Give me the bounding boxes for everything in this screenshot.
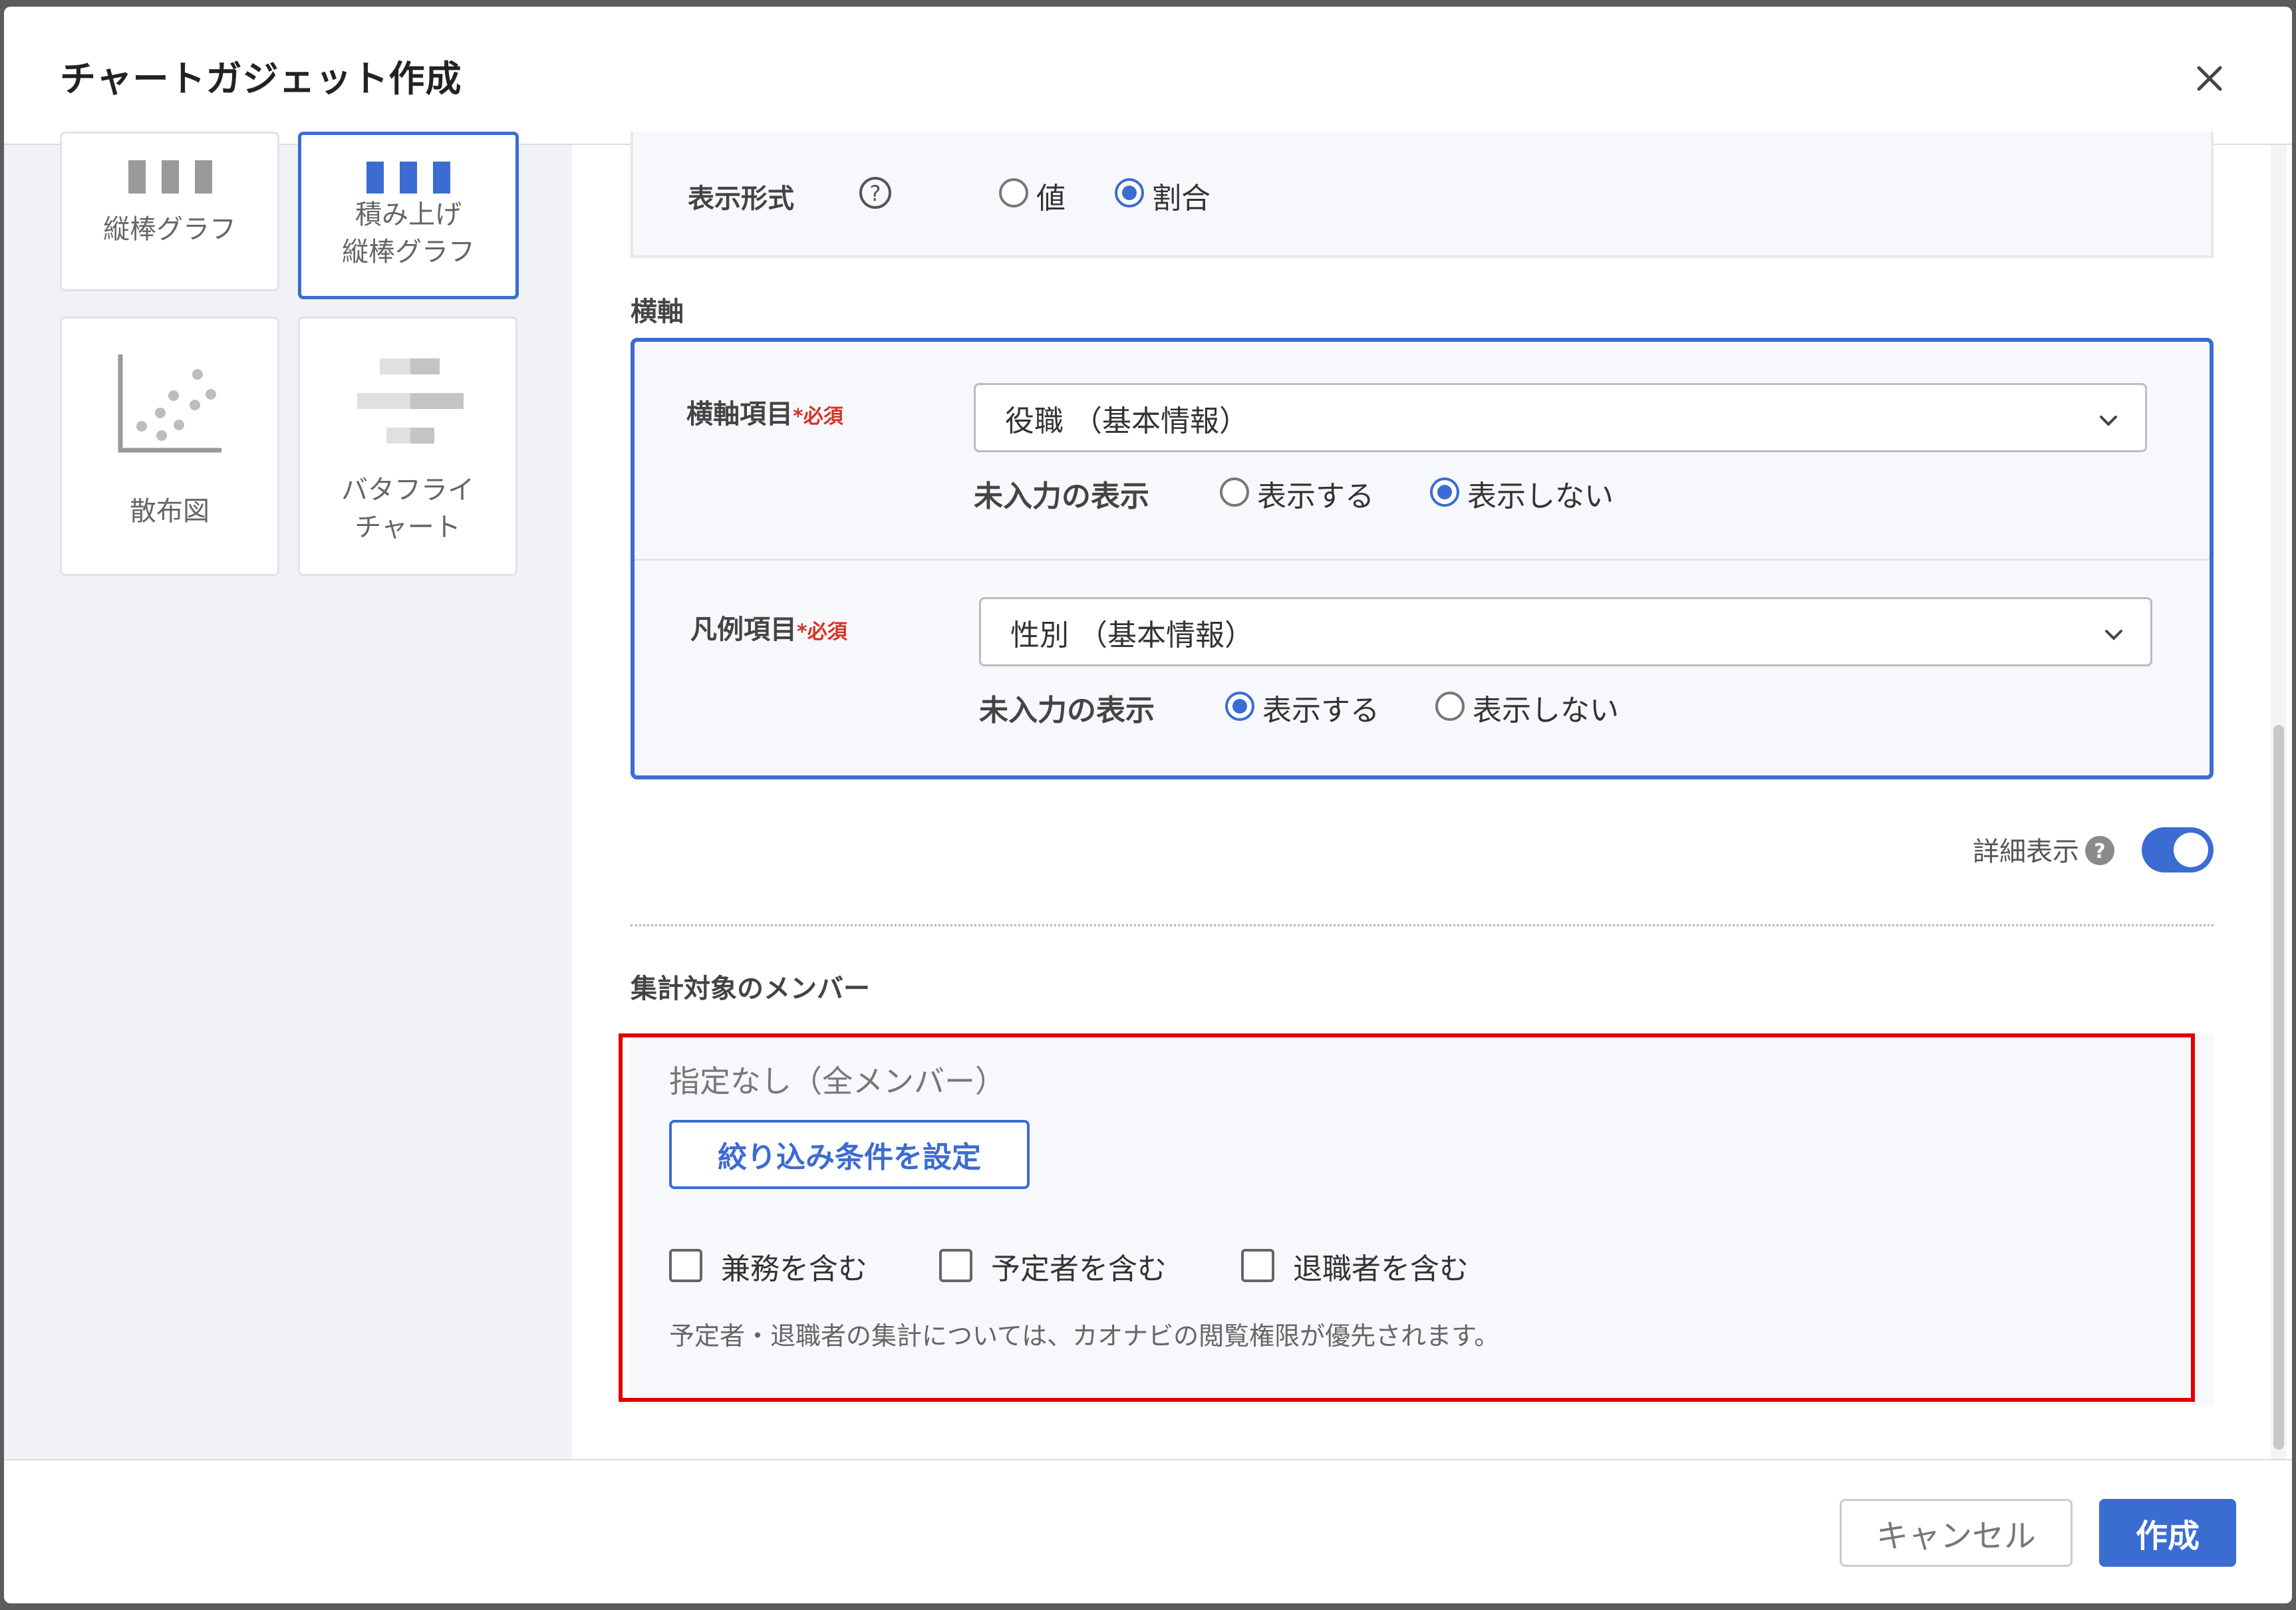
chart-type-stacked-bar[interactable]: 積み上げ 縦棒グラフ (298, 132, 519, 299)
divider (635, 559, 2210, 561)
required-badge: 必須 (807, 620, 847, 644)
chart-type-butterfly[interactable]: バタフライ チャート (298, 317, 517, 576)
display-format-ratio-label: 割合 (1152, 182, 1211, 215)
chart-type-label: 散布図 (130, 496, 210, 527)
legend-empty-hide-radio[interactable] (1435, 692, 1465, 721)
scatter-chart-icon (118, 354, 221, 453)
x-axis-item-value: 役職 （基本情報） (1005, 404, 1248, 438)
legend-empty-label: 未入力の表示 (979, 694, 1155, 728)
chart-type-label: 縦棒グラフ (103, 214, 236, 245)
set-filter-button[interactable]: 絞り込み条件を設定 (669, 1120, 1030, 1189)
include-concurrent-label: 兼務を含む (721, 1252, 867, 1286)
dialog-title: チャートガジェット作成 (60, 58, 462, 100)
include-planned-checkbox[interactable] (939, 1249, 972, 1282)
display-format-label: 表示形式 (688, 184, 794, 214)
required-badge: 必須 (803, 405, 843, 428)
create-button-label: 作成 (2135, 1518, 2200, 1555)
stacked-bar-chart-icon (366, 162, 450, 194)
display-format-card: 表示形式 ? 値 割合 (631, 132, 2214, 258)
include-planned-label: 予定者を含む (991, 1252, 1167, 1286)
x-axis-empty-hide-label: 表示しない (1467, 479, 1614, 513)
toggle-knob (2174, 833, 2208, 867)
display-format-value-radio[interactable] (999, 178, 1028, 207)
x-axis-empty-show-radio[interactable] (1220, 477, 1249, 507)
cancel-button-label: キャンセル (1876, 1518, 2036, 1555)
include-concurrent-checkbox[interactable] (669, 1249, 702, 1282)
legend-item-value: 性別 （基本情報） (1010, 618, 1254, 652)
members-status: 指定なし（全メンバー） (669, 1063, 1006, 1099)
display-format-ratio-radio[interactable] (1115, 178, 1144, 207)
legend-item-select[interactable]: 性別 （基本情報） (979, 597, 2152, 666)
chart-type-scatter[interactable]: 散布図 (60, 317, 279, 576)
create-button[interactable]: 作成 (2099, 1499, 2236, 1567)
required-mark: * (797, 620, 807, 644)
chart-type-bar[interactable]: 縦棒グラフ (60, 132, 279, 291)
legend-empty-hide-label: 表示しない (1473, 694, 1619, 728)
members-note: 予定者・退職者の集計については、カオナビの閲覧権限が優先されます。 (669, 1321, 1500, 1351)
legend-empty-show-radio[interactable] (1225, 692, 1254, 721)
chart-gadget-dialog: チャートガジェット作成 縦棒グラフ 積み上げ 縦棒グラフ 散布図 バタフライ チ… (4, 7, 2292, 1603)
x-axis-section-title: 横軸 (631, 297, 684, 327)
x-axis-empty-hide-radio[interactable] (1430, 477, 1459, 507)
chart-type-label-line2: チャート (355, 512, 461, 543)
members-section-title: 集計対象のメンバー (631, 974, 870, 1004)
chart-type-label-line2: 縦棒グラフ (342, 237, 475, 267)
cancel-button[interactable]: キャンセル (1840, 1499, 2073, 1567)
x-axis-empty-show-label: 表示する (1257, 479, 1374, 513)
legend-item-label: 凡例項目*必須 (690, 614, 847, 645)
svg-text:?: ? (2094, 840, 2105, 863)
chevron-down-icon (2100, 416, 2117, 426)
detail-toggle-label: 詳細表示 (1973, 837, 2079, 867)
x-axis-item-select[interactable]: 役職 （基本情報） (974, 383, 2147, 452)
display-format-value-label: 値 (1036, 182, 1066, 215)
x-axis-item-label: 横軸項目*必須 (686, 399, 843, 430)
include-retired-checkbox[interactable] (1241, 1249, 1274, 1282)
svg-text:?: ? (870, 181, 881, 206)
chart-type-pane: 縦棒グラフ 積み上げ 縦棒グラフ 散布図 バタフライ チャート (4, 132, 572, 1466)
dialog-footer: キャンセル 作成 (4, 1459, 2292, 1603)
x-axis-card: 横軸項目*必須 役職 （基本情報） 未入力の表示 表示する 表示しない 凡例項目… (631, 338, 2214, 779)
bar-chart-icon (128, 160, 212, 194)
chevron-down-icon (2105, 630, 2122, 640)
section-separator (631, 924, 2214, 926)
legend-empty-show-label: 表示する (1262, 694, 1379, 728)
help-icon[interactable]: ? (857, 174, 894, 211)
butterfly-chart-icon (357, 358, 464, 444)
settings-pane: 表示形式 ? 値 割合 横軸 横軸項目*必須 役職 （基本情報） 未入力の表示 … (572, 132, 2292, 1466)
set-filter-button-label: 絞り込み条件を設定 (718, 1140, 981, 1174)
x-axis-empty-label: 未入力の表示 (974, 479, 1149, 513)
close-icon[interactable] (2190, 59, 2229, 98)
help-icon[interactable]: ? (2083, 834, 2116, 867)
required-mark: * (793, 405, 803, 428)
include-retired-label: 退職者を含む (1293, 1252, 1469, 1286)
chart-type-label-line1: 積み上げ (355, 200, 462, 230)
chart-type-label-line1: バタフライ (341, 475, 474, 505)
detail-toggle-switch[interactable] (2142, 827, 2214, 872)
dialog-header: チャートガジェット作成 (4, 7, 2292, 145)
scrollbar-thumb[interactable] (2273, 725, 2284, 1450)
